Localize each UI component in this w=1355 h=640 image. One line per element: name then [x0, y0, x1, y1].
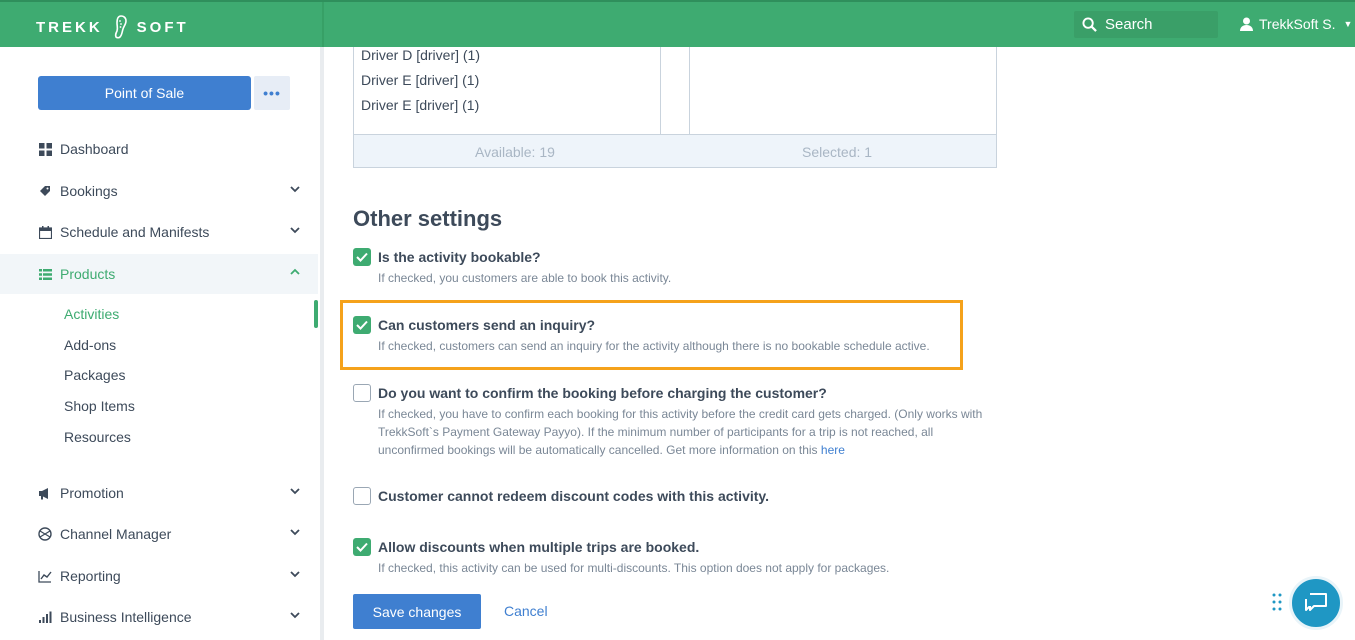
- search-box[interactable]: Search: [1074, 11, 1218, 38]
- option-label: Can customers send an inquiry?: [378, 317, 596, 333]
- shoe-icon: [114, 15, 127, 39]
- sidebar-item-label: Products: [60, 266, 116, 282]
- highlight-box: [340, 300, 963, 370]
- logo-text-right: SOFT: [136, 18, 189, 36]
- line-chart-icon: [38, 569, 52, 583]
- available-list[interactable]: Driver D [driver] (1) Driver E [driver] …: [354, 47, 661, 134]
- chat-button[interactable]: [1289, 576, 1343, 630]
- list-item[interactable]: Driver D [driver] (1): [361, 47, 480, 63]
- option-label: Allow discounts when multiple trips are …: [378, 539, 700, 555]
- selected-count: Selected: 1: [802, 144, 873, 160]
- megaphone-icon: [38, 486, 52, 500]
- sidebar-item-reporting[interactable]: Reporting: [0, 556, 318, 596]
- top-bar: TREKK SOFT Search TrekkSoft S. ▼: [0, 0, 1355, 47]
- sidebar-item-label: Promotion: [60, 485, 124, 501]
- check-icon: [356, 542, 368, 552]
- bar-chart-icon: [38, 610, 52, 624]
- dual-list-footer: Available: 19 Selected: 1: [354, 134, 996, 167]
- check-icon: [356, 320, 368, 330]
- sidebar-subitem-packages[interactable]: Packages: [64, 367, 125, 383]
- list-item[interactable]: Driver E [driver] (1): [361, 97, 479, 113]
- dashboard-icon: [38, 142, 52, 156]
- sidebar-item-label: Channel Manager: [60, 526, 172, 542]
- sidebar-item-label: Business Intelligence: [60, 609, 192, 625]
- cancel-button[interactable]: Cancel: [504, 603, 548, 619]
- sidebar: Point of Sale ••• Dashboard Bookings Sch…: [0, 47, 322, 640]
- logo[interactable]: TREKK SOFT: [36, 15, 189, 39]
- sidebar-item-promotion[interactable]: Promotion: [0, 473, 318, 513]
- sidebar-item-label: Reporting: [60, 568, 121, 584]
- more-info-link[interactable]: here: [821, 443, 845, 457]
- option-label: Is the activity bookable?: [378, 249, 541, 265]
- bookable-checkbox[interactable]: [353, 248, 371, 266]
- sidebar-active-indicator: [314, 300, 318, 328]
- sidebar-item-business-intelligence[interactable]: Business Intelligence: [0, 597, 318, 637]
- section-title: Other settings: [353, 206, 503, 231]
- option-help: If checked, customers can send an inquir…: [378, 339, 930, 353]
- list-item[interactable]: Driver E [driver] (1): [361, 72, 479, 88]
- available-count: Available: 19: [475, 144, 555, 160]
- chevron-down-icon: [290, 227, 300, 234]
- sidebar-item-channel-manager[interactable]: Channel Manager: [0, 514, 318, 554]
- sidebar-item-dashboard[interactable]: Dashboard: [0, 129, 318, 169]
- user-icon: [1240, 17, 1253, 31]
- calendar-icon: [38, 225, 52, 239]
- chat-icon: [1305, 593, 1327, 611]
- check-icon: [356, 252, 368, 262]
- option-help-text: unconfirmed bookings will be automatical…: [378, 443, 818, 457]
- sidebar-item-label: Bookings: [60, 183, 118, 199]
- sidebar-item-schedule[interactable]: Schedule and Manifests: [0, 212, 318, 252]
- globe-icon: [38, 527, 52, 541]
- chevron-down-icon: [290, 488, 300, 495]
- sidebar-item-products[interactable]: Products: [0, 254, 318, 294]
- no-discount-codes-checkbox[interactable]: [353, 487, 371, 505]
- logo-text-left: TREKK: [36, 18, 103, 36]
- sidebar-subitem-shop-items[interactable]: Shop Items: [64, 398, 135, 414]
- drag-handle-icon[interactable]: [1272, 593, 1282, 611]
- topbar-divider: [322, 2, 324, 47]
- resource-dual-list: Driver D [driver] (1) Driver E [driver] …: [353, 47, 997, 168]
- option-help: If checked, this activity can be used fo…: [378, 561, 890, 575]
- search-label: Search: [1105, 16, 1153, 33]
- save-changes-button[interactable]: Save changes: [353, 594, 481, 629]
- search-icon: [1082, 17, 1097, 32]
- chevron-up-icon: [290, 268, 300, 275]
- caret-down-icon: ▼: [1343, 19, 1353, 29]
- chevron-down-icon: [290, 186, 300, 193]
- list-transfer-controls: [661, 47, 690, 134]
- option-help: If checked, you customers are able to bo…: [378, 271, 672, 285]
- sidebar-subitem-activities[interactable]: Activities: [64, 306, 119, 322]
- sidebar-subitem-resources[interactable]: Resources: [64, 429, 131, 445]
- brand-area: TREKK SOFT: [0, 2, 322, 47]
- chevron-down-icon: [290, 612, 300, 619]
- option-help: TrekkSoft`s Payment Gateway Payyo). If t…: [378, 425, 934, 439]
- user-name: TrekkSoft S.: [1259, 16, 1336, 32]
- inquiry-checkbox[interactable]: [353, 316, 371, 334]
- chevron-down-icon: [290, 571, 300, 578]
- sidebar-subitem-addons[interactable]: Add-ons: [64, 337, 116, 353]
- list-icon: [38, 267, 52, 281]
- sidebar-item-label: Dashboard: [60, 141, 129, 157]
- option-help: unconfirmed bookings will be automatical…: [378, 441, 845, 459]
- option-help: If checked, you have to confirm each boo…: [378, 407, 983, 421]
- option-label: Customer cannot redeem discount codes wi…: [378, 488, 770, 504]
- point-of-sale-button[interactable]: Point of Sale: [38, 76, 251, 110]
- multi-discount-checkbox[interactable]: [353, 538, 371, 556]
- more-options-button[interactable]: •••: [254, 76, 290, 110]
- sidebar-item-label: Schedule and Manifests: [60, 224, 210, 240]
- main-content: Driver D [driver] (1) Driver E [driver] …: [324, 47, 1355, 640]
- confirm-booking-checkbox[interactable]: [353, 384, 371, 402]
- tag-icon: [38, 184, 52, 198]
- user-menu[interactable]: TrekkSoft S. ▼: [1240, 16, 1352, 32]
- sidebar-item-bookings[interactable]: Bookings: [0, 171, 318, 211]
- chevron-down-icon: [290, 529, 300, 536]
- option-label: Do you want to confirm the booking befor…: [378, 385, 827, 401]
